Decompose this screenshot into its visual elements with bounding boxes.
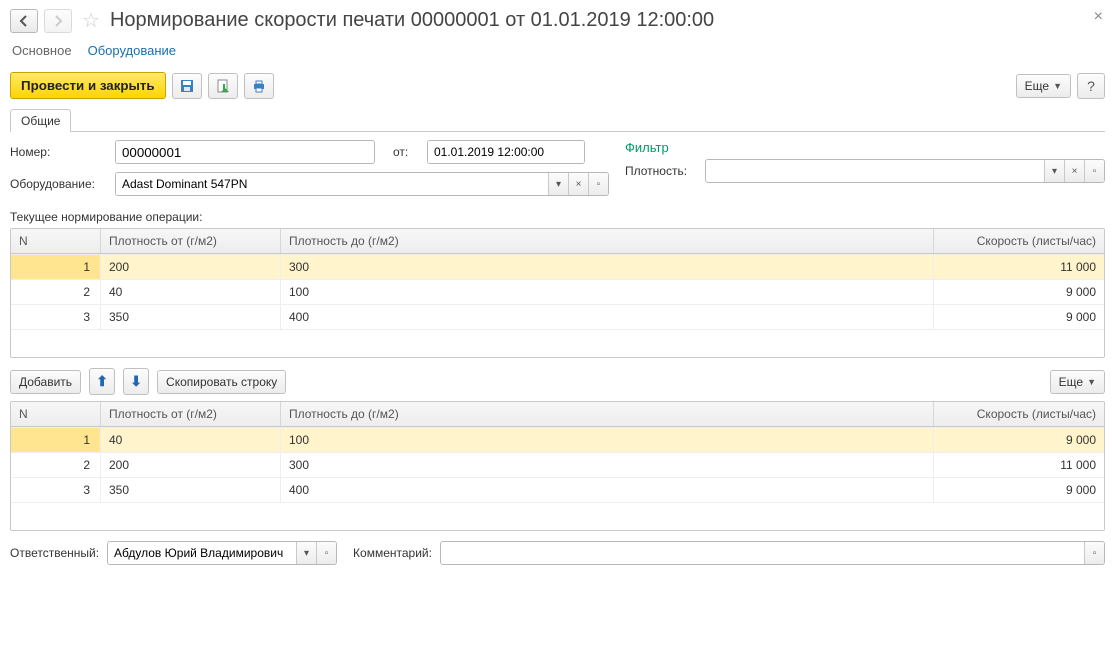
equipment-label: Оборудование: (10, 177, 105, 191)
nav-forward-button (44, 9, 72, 33)
equipment-field[interactable] (116, 173, 548, 195)
comment-label: Комментарий: (353, 546, 432, 560)
clear-icon[interactable]: × (568, 173, 588, 195)
tab-main[interactable]: Основное (12, 43, 72, 62)
col-speed[interactable]: Скорость (листы/час) (934, 229, 1104, 253)
post-icon[interactable] (208, 73, 238, 99)
current-norm-label: Текущее нормирование операции: (10, 210, 1105, 224)
help-button[interactable]: ? (1077, 73, 1105, 99)
add-button[interactable]: Добавить (10, 370, 81, 394)
comment-field[interactable] (441, 542, 1084, 564)
move-down-button[interactable]: ⬇ (123, 368, 149, 395)
number-field[interactable] (115, 140, 375, 164)
open-icon[interactable]: ▫ (588, 173, 608, 195)
copy-row-button[interactable]: Скопировать строку (157, 370, 286, 394)
dropdown-icon[interactable]: ▾ (1044, 160, 1064, 182)
chevron-down-icon: ▼ (1087, 377, 1096, 387)
filter-title: Фильтр (625, 140, 1105, 155)
col-from[interactable]: Плотность от (г/м2) (101, 402, 281, 426)
table-row[interactable]: 1 200 300 11 000 (11, 254, 1104, 279)
page-title: Нормирование скорости печати 00000001 от… (110, 9, 714, 32)
clear-icon[interactable]: × (1064, 160, 1084, 182)
move-up-button[interactable]: ⬆ (89, 368, 115, 395)
arrow-down-icon: ⬇ (130, 373, 142, 390)
save-icon[interactable] (172, 73, 202, 99)
post-and-close-button[interactable]: Провести и закрыть (10, 72, 166, 99)
more-button[interactable]: Еще▼ (1016, 74, 1071, 98)
print-icon[interactable] (244, 73, 274, 99)
col-from[interactable]: Плотность от (г/м2) (101, 229, 281, 253)
col-to[interactable]: Плотность до (г/м2) (281, 402, 934, 426)
nav-back-button[interactable] (10, 9, 38, 33)
open-icon[interactable]: ▫ (1084, 160, 1104, 182)
col-n[interactable]: N (11, 229, 101, 253)
favorite-star-icon[interactable]: ☆ (82, 8, 100, 33)
col-to[interactable]: Плотность до (г/м2) (281, 229, 934, 253)
dropdown-icon[interactable]: ▾ (296, 542, 316, 564)
table-row[interactable]: 3 350 400 9 000 (11, 477, 1104, 502)
from-label: от: (393, 145, 417, 159)
grid-current[interactable]: N Плотность от (г/м2) Плотность до (г/м2… (10, 228, 1105, 358)
table-row[interactable]: 2 40 100 9 000 (11, 279, 1104, 304)
col-speed[interactable]: Скорость (листы/час) (934, 402, 1104, 426)
dropdown-icon[interactable]: ▾ (548, 173, 568, 195)
close-icon[interactable]: × (1094, 8, 1103, 26)
more-button-2[interactable]: Еще▼ (1050, 370, 1105, 394)
tab-equipment[interactable]: Оборудование (88, 43, 176, 62)
arrow-up-icon: ⬆ (96, 373, 108, 390)
grid-edit[interactable]: N Плотность от (г/м2) Плотность до (г/м2… (10, 401, 1105, 531)
col-n[interactable]: N (11, 402, 101, 426)
date-field[interactable] (428, 141, 585, 163)
chevron-down-icon: ▼ (1053, 81, 1062, 91)
table-row[interactable]: 2 200 300 11 000 (11, 452, 1104, 477)
tab-general[interactable]: Общие (10, 109, 71, 132)
responsible-field[interactable] (108, 542, 296, 564)
open-icon[interactable]: ▫ (1084, 542, 1104, 564)
table-row[interactable]: 3 350 400 9 000 (11, 304, 1104, 329)
density-label: Плотность: (625, 164, 695, 178)
responsible-label: Ответственный: (10, 546, 99, 560)
number-label: Номер: (10, 145, 105, 159)
table-row[interactable]: 1 40 100 9 000 (11, 427, 1104, 452)
density-filter-field[interactable] (706, 160, 1044, 182)
open-icon[interactable]: ▫ (316, 542, 336, 564)
